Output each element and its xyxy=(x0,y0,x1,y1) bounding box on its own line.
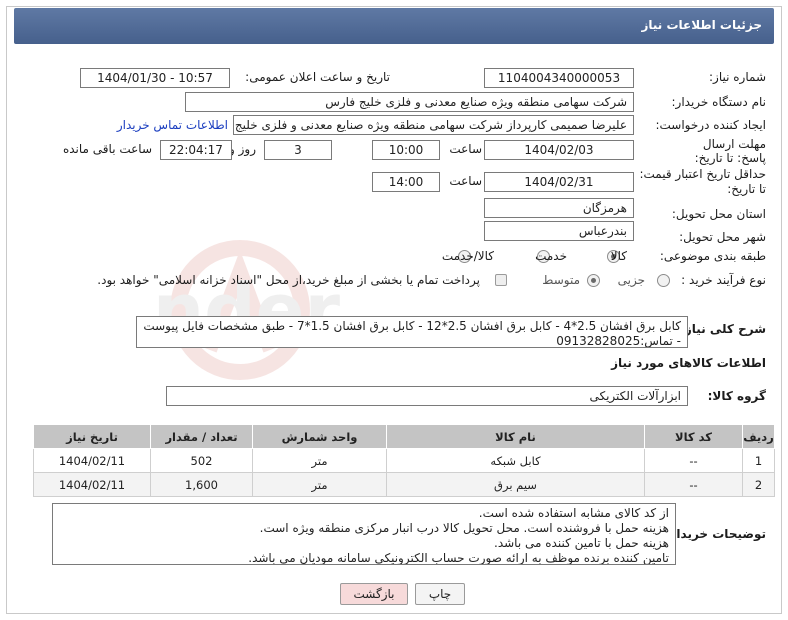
col-quantity: تعداد / مقدار xyxy=(150,424,253,449)
buyer-notes-label: توضیحات خریدار: xyxy=(664,527,766,541)
cell-quantity: 502 xyxy=(150,448,253,473)
purchase-option-minor: جزیی xyxy=(617,273,645,287)
table-row[interactable]: 1 -- کابل شبکه متر 502 1404/02/11 xyxy=(33,448,775,473)
buyer-note-line: تامین کننده برنده موظف به ارائه صورت حسا… xyxy=(248,551,669,565)
table-header-row: ردیف کد کالا نام کالا واحد شمارش تعداد /… xyxy=(33,424,775,449)
page-title: جزئیات اطلاعات نیاز xyxy=(641,18,762,32)
col-item-code: کد کالا xyxy=(644,424,743,449)
reply-deadline-label: مهلت ارسال پاسخ: تا تاریخ: xyxy=(694,137,766,165)
purchase-radio-minor[interactable] xyxy=(657,274,670,287)
contact-buyer-link[interactable]: اطلاعات تماس خریدار xyxy=(117,118,228,132)
header-bar: جزئیات اطلاعات نیاز xyxy=(14,8,774,44)
city-field[interactable]: بندرعباس xyxy=(484,221,634,241)
price-time-label: ساعت xyxy=(449,174,482,188)
category-option-service: خدمت xyxy=(535,249,567,263)
cell-quantity: 1,600 xyxy=(150,472,253,497)
col-item-name: نام کالا xyxy=(386,424,645,449)
back-button[interactable]: بازگشت xyxy=(340,583,408,605)
price-validity-label-2: تا تاریخ: xyxy=(727,182,766,196)
price-date-field[interactable]: 1404/02/31 xyxy=(484,172,634,192)
days-count-field[interactable]: 3 xyxy=(264,140,332,160)
cell-row-number: 1 xyxy=(742,448,775,473)
announce-date-field[interactable]: 1404/01/30 - 10:57 xyxy=(80,68,230,88)
need-number-label: شماره نیاز: xyxy=(709,70,766,84)
remaining-time-field[interactable]: 22:04:17 xyxy=(160,140,232,160)
creator-label: ایجاد کننده درخواست: xyxy=(655,118,766,132)
price-time-field[interactable]: 14:00 xyxy=(372,172,440,192)
cell-item-name: سیم برق xyxy=(386,472,645,497)
col-need-date: تاریخ نیاز xyxy=(33,424,151,449)
category-label: طبقه بندی موضوعی: xyxy=(659,249,766,263)
buyer-notes-textarea[interactable]: از کد کالای مشابه استفاده شده است. هزینه… xyxy=(52,503,676,565)
purchase-type-label: نوع فرآیند خرید : xyxy=(681,273,766,287)
summary-label: شرح کلی نیاز: xyxy=(680,322,766,336)
buyer-org-field[interactable]: شرکت سهامی منطقه ویژه صنایع معدنی و فلزی… xyxy=(185,92,634,112)
category-option-both: کالا/خدمت xyxy=(441,249,494,263)
price-validity-label: حداقل تاریخ اعتبار قیمت: xyxy=(639,167,766,181)
category-option-goods: کالا xyxy=(610,249,627,263)
summary-textarea[interactable]: کابل برق افشان 2.5*4 - کابل برق افشان 2.… xyxy=(136,316,688,348)
goods-section-title: اطلاعات کالاهای مورد نیاز xyxy=(611,356,766,370)
reply-time-field[interactable]: 10:00 xyxy=(372,140,440,160)
buyer-note-line: از کد کالای مشابه استفاده شده است. xyxy=(478,506,669,520)
col-unit: واحد شمارش xyxy=(252,424,387,449)
purchase-option-medium: متوسط xyxy=(542,273,580,287)
remaining-label: ساعت باقی مانده xyxy=(62,142,152,156)
need-number-field[interactable]: 1104004340000053 xyxy=(484,68,634,88)
cell-need-date: 1404/02/11 xyxy=(33,448,151,473)
print-button[interactable]: چاپ xyxy=(415,583,465,605)
cell-unit: متر xyxy=(252,448,387,473)
cell-need-date: 1404/02/11 xyxy=(33,472,151,497)
cell-item-code: -- xyxy=(644,472,743,497)
cell-unit: متر xyxy=(252,472,387,497)
goods-group-label: گروه کالا: xyxy=(707,389,766,403)
items-table: ردیف کد کالا نام کالا واحد شمارش تعداد /… xyxy=(33,424,775,497)
cell-item-name: کابل شبکه xyxy=(386,448,645,473)
buyer-note-line: هزینه حمل با تامین کننده می باشد. xyxy=(494,536,669,550)
cell-row-number: 2 xyxy=(742,472,775,497)
table-row[interactable]: 2 -- سیم برق متر 1,600 1404/02/11 xyxy=(33,472,775,497)
province-field[interactable]: هرمزگان xyxy=(484,198,634,218)
city-label: شهر محل تحویل: xyxy=(679,230,766,244)
province-label: استان محل تحویل: xyxy=(671,207,766,221)
goods-group-field[interactable]: ابزارآلات الکتریکی xyxy=(166,386,688,406)
treasury-payment-note: پرداخت تمام یا بخشی از مبلغ خرید،از محل … xyxy=(97,273,480,287)
buyer-org-label: نام دستگاه خریدار: xyxy=(671,95,767,109)
cell-item-code: -- xyxy=(644,448,743,473)
creator-field[interactable]: علیرضا صمیمی کارپرداز شرکت سهامی منطقه و… xyxy=(233,115,634,135)
announce-date-label: تاریخ و ساعت اعلان عمومی: xyxy=(245,70,390,84)
buyer-note-line: هزینه حمل با فروشنده است. محل تحویل کالا… xyxy=(259,521,669,535)
treasury-payment-checkbox[interactable] xyxy=(495,274,507,286)
days-label: روز و xyxy=(229,142,256,156)
purchase-radio-medium[interactable] xyxy=(587,274,600,287)
col-row-number: ردیف xyxy=(742,424,775,449)
reply-time-label: ساعت xyxy=(449,142,482,156)
reply-date-field[interactable]: 1404/02/03 xyxy=(484,140,634,160)
